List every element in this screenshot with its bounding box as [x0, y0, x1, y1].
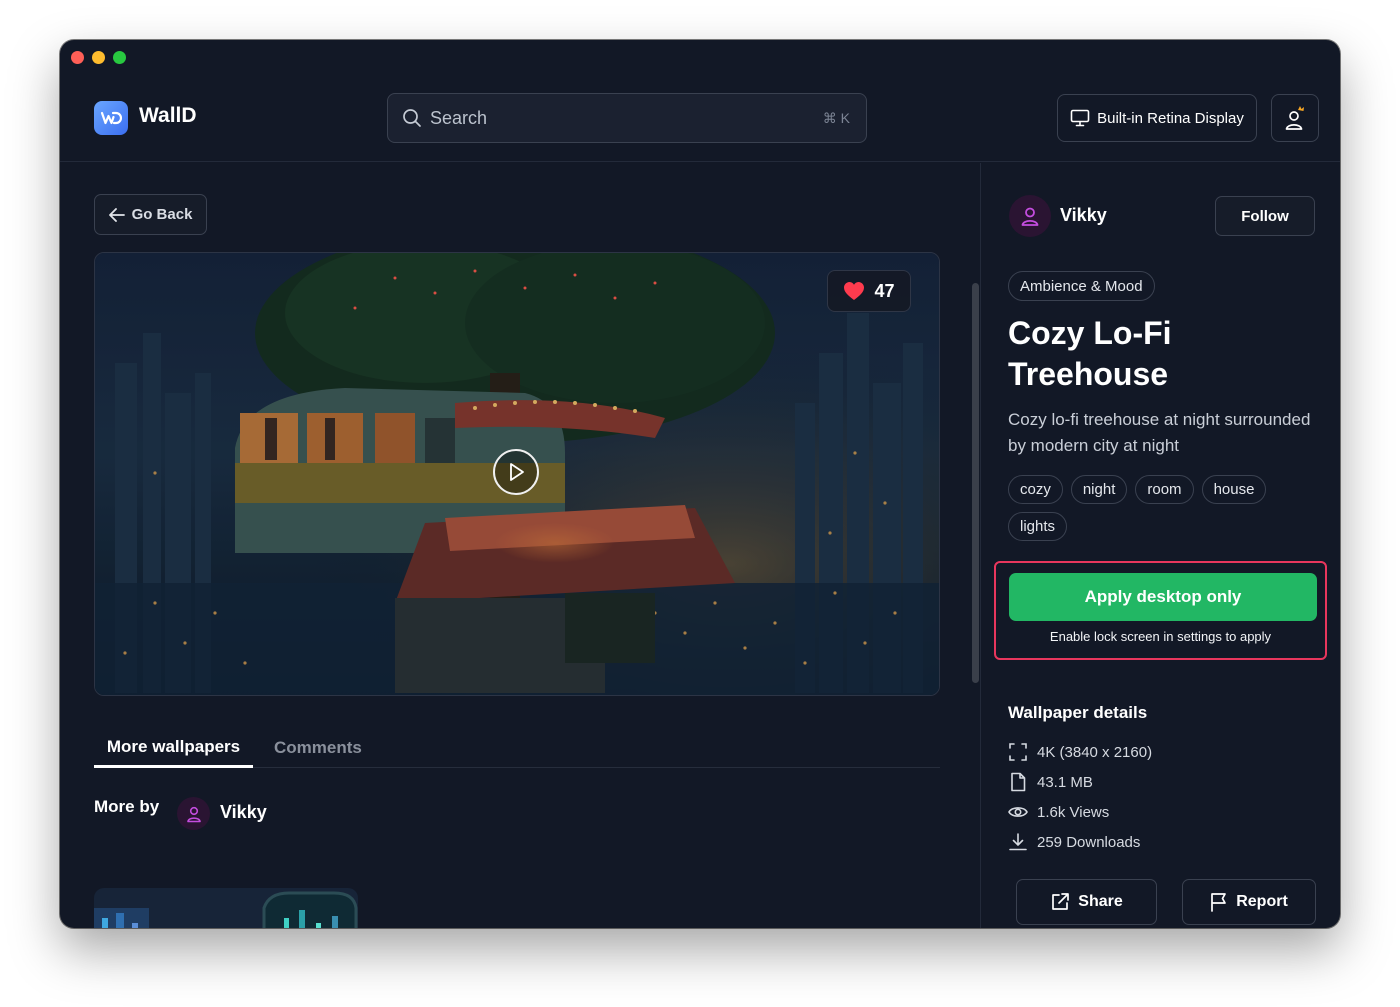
app-window: WallD Search ⌘ K Built-in Retina Display — [60, 40, 1340, 928]
tag-chip[interactable]: house — [1201, 475, 1267, 504]
more-by-author-name[interactable]: Vikky — [220, 802, 267, 823]
heart-icon — [843, 281, 865, 301]
search-bar[interactable]: Search ⌘ K — [387, 93, 867, 143]
main-scrollbar[interactable] — [972, 283, 979, 683]
details-sidebar: Vikky Follow Ambience & Mood Cozy Lo-Fi … — [980, 163, 1340, 928]
main-content: Go Back 47 More wallpapers Comments More… — [60, 163, 980, 928]
tag-chip[interactable]: cozy — [1008, 475, 1063, 504]
share-icon — [1050, 892, 1070, 912]
detail-downloads: 259 Downloads — [1008, 832, 1140, 852]
share-button[interactable]: Share — [1016, 879, 1157, 925]
tab-comments[interactable]: Comments — [274, 728, 362, 768]
wallpaper-title: Cozy Lo-Fi Treehouse — [1008, 315, 1172, 392]
tab-more-wallpapers[interactable]: More wallpapers — [94, 728, 253, 768]
eye-icon — [1008, 802, 1028, 822]
app-name: WallD — [139, 104, 197, 127]
report-button[interactable]: Report — [1182, 879, 1316, 925]
apply-section-highlight: Apply desktop only Enable lock screen in… — [994, 561, 1327, 660]
author-name[interactable]: Vikky — [1060, 205, 1107, 226]
resolution-icon — [1008, 742, 1028, 762]
author-avatar[interactable] — [1009, 195, 1051, 237]
file-icon — [1008, 772, 1028, 792]
tag-chip[interactable]: room — [1135, 475, 1194, 504]
wallpaper-description: Cozy lo-fi treehouse at night surrounded… — [1008, 410, 1311, 455]
share-label: Share — [1078, 893, 1123, 910]
content-tabs: More wallpapers Comments — [94, 728, 940, 768]
search-icon — [402, 108, 422, 128]
apply-note: Enable lock screen in settings to apply — [1049, 629, 1272, 644]
go-back-label: Go Back — [131, 206, 193, 223]
arrow-left-icon — [108, 207, 125, 222]
search-shortcut: ⌘ K — [822, 109, 850, 126]
play-icon — [507, 462, 525, 482]
tag-chip[interactable]: night — [1070, 475, 1128, 504]
tag-list: cozy night room house lights — [1008, 475, 1318, 541]
play-preview-button[interactable] — [493, 449, 539, 495]
apply-desktop-button[interactable]: Apply desktop only — [1009, 573, 1317, 621]
user-menu-button[interactable] — [1271, 94, 1319, 142]
details-heading: Wallpaper details — [1008, 703, 1148, 722]
more-by-label: More by — [94, 797, 160, 816]
display-selector-button[interactable]: Built-in Retina Display — [1057, 94, 1257, 142]
like-count: 47 — [874, 280, 895, 301]
go-back-button[interactable]: Go Back — [94, 194, 207, 235]
size-value: 43.1 MB — [1037, 773, 1093, 791]
detail-resolution: 4K (3840 x 2160) — [1008, 742, 1152, 762]
download-icon — [1008, 832, 1028, 852]
tag-chip[interactable]: lights — [1008, 512, 1068, 541]
follow-button[interactable]: Follow — [1215, 196, 1315, 236]
views-value: 1.6k Views — [1037, 803, 1110, 821]
category-badge[interactable]: Ambience & Mood — [1008, 271, 1155, 301]
more-by-avatar[interactable] — [177, 797, 210, 830]
search-placeholder: Search — [430, 107, 488, 128]
detail-size: 43.1 MB — [1008, 772, 1093, 792]
monitor-icon — [1070, 109, 1090, 127]
wallpaper-thumbnail[interactable] — [94, 888, 358, 928]
resolution-value: 4K (3840 x 2160) — [1037, 743, 1153, 761]
like-button[interactable]: 47 — [827, 270, 911, 312]
user-icon — [1283, 105, 1307, 131]
report-label: Report — [1236, 893, 1288, 910]
downloads-value: 259 Downloads — [1037, 833, 1141, 851]
display-label: Built-in Retina Display — [1097, 109, 1244, 127]
detail-views: 1.6k Views — [1008, 802, 1109, 822]
walld-logo-icon[interactable] — [94, 101, 128, 135]
flag-icon — [1210, 892, 1228, 912]
header: WallD Search ⌘ K Built-in Retina Display — [60, 40, 1340, 162]
